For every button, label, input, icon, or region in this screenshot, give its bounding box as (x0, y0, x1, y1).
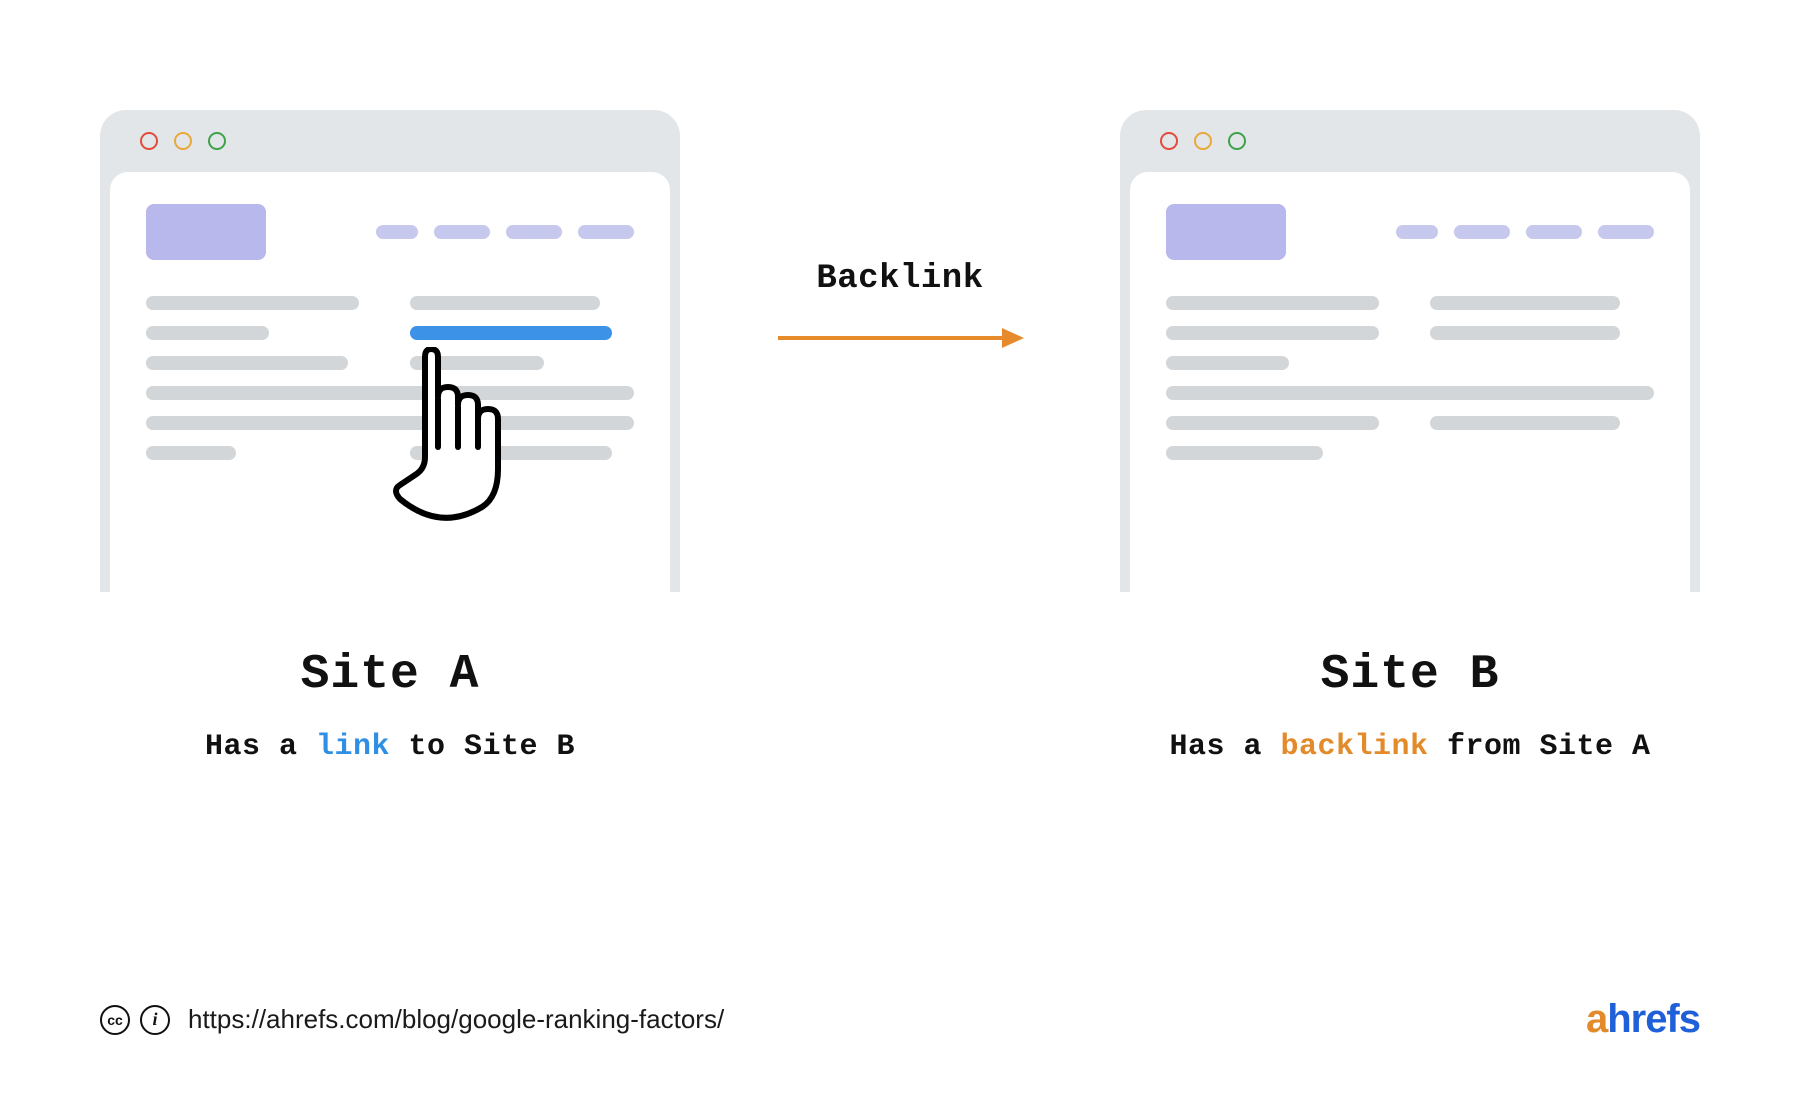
page-viewport (110, 172, 670, 592)
brand-logo: ahrefs (1586, 997, 1700, 1042)
close-icon (140, 132, 158, 150)
text-line (1430, 326, 1620, 340)
caption-text: to Site B (390, 730, 575, 764)
browser-site-b (1120, 110, 1700, 592)
maximize-icon (1228, 132, 1246, 150)
text-line (410, 296, 600, 310)
nav-item (376, 225, 418, 239)
caption-highlight: backlink (1280, 730, 1428, 764)
minimize-icon (174, 132, 192, 150)
brand-accent-char: a (1586, 997, 1607, 1041)
attribution-icon: i (140, 1005, 170, 1035)
text-line (1430, 296, 1620, 310)
text-line (1166, 356, 1289, 370)
arrow-icon (770, 318, 1030, 358)
text-line (1430, 416, 1620, 430)
page-header (1166, 204, 1654, 260)
browser-site-a (100, 110, 680, 592)
text-line (1166, 446, 1323, 460)
site-b-title: Site B (1321, 648, 1500, 702)
site-a-title: Site A (301, 648, 480, 702)
text-line (146, 386, 634, 400)
page-content (1166, 296, 1654, 460)
caption-highlight: link (316, 730, 390, 764)
text-line (410, 356, 544, 370)
text-line (146, 446, 236, 460)
text-line (410, 446, 612, 460)
caption-text: from Site A (1429, 730, 1651, 764)
hyperlink-line[interactable] (410, 326, 612, 340)
page-content (146, 296, 634, 460)
license-badges: cc i (100, 1005, 170, 1035)
nav-placeholder (1396, 225, 1654, 239)
caption-text: Has a (205, 730, 316, 764)
nav-item (506, 225, 562, 239)
cc-icon: cc (100, 1005, 130, 1035)
nav-item (1396, 225, 1438, 239)
text-line (146, 356, 348, 370)
site-a-subtitle: Has a link to Site B (205, 730, 575, 764)
text-line (146, 326, 269, 340)
arrow-label: Backlink (816, 260, 983, 298)
page-viewport (1130, 172, 1690, 592)
diagram-stage: Site A Has a link to Site B Backlink (100, 110, 1700, 764)
text-line (1166, 416, 1379, 430)
nav-placeholder (376, 225, 634, 239)
brand-text: hrefs (1607, 997, 1700, 1041)
maximize-icon (208, 132, 226, 150)
nav-item (434, 225, 490, 239)
window-controls (110, 110, 670, 172)
nav-item (1526, 225, 1582, 239)
window-controls (1130, 110, 1690, 172)
logo-placeholder (1166, 204, 1286, 260)
text-line (1166, 296, 1379, 310)
text-line (146, 296, 359, 310)
arrow-section: Backlink (760, 110, 1040, 358)
logo-placeholder (146, 204, 266, 260)
attribution: cc i https://ahrefs.com/blog/google-rank… (100, 1004, 724, 1035)
footer: cc i https://ahrefs.com/blog/google-rank… (100, 997, 1700, 1042)
source-url: https://ahrefs.com/blog/google-ranking-f… (188, 1004, 724, 1035)
text-line (1166, 326, 1379, 340)
site-a-column: Site A Has a link to Site B (100, 110, 680, 764)
page-header (146, 204, 634, 260)
minimize-icon (1194, 132, 1212, 150)
caption-text: Has a (1169, 730, 1280, 764)
site-b-subtitle: Has a backlink from Site A (1169, 730, 1650, 764)
text-line (1166, 386, 1654, 400)
text-line (146, 416, 634, 430)
close-icon (1160, 132, 1178, 150)
nav-item (1598, 225, 1654, 239)
nav-item (1454, 225, 1510, 239)
site-b-column: Site B Has a backlink from Site A (1120, 110, 1700, 764)
nav-item (578, 225, 634, 239)
